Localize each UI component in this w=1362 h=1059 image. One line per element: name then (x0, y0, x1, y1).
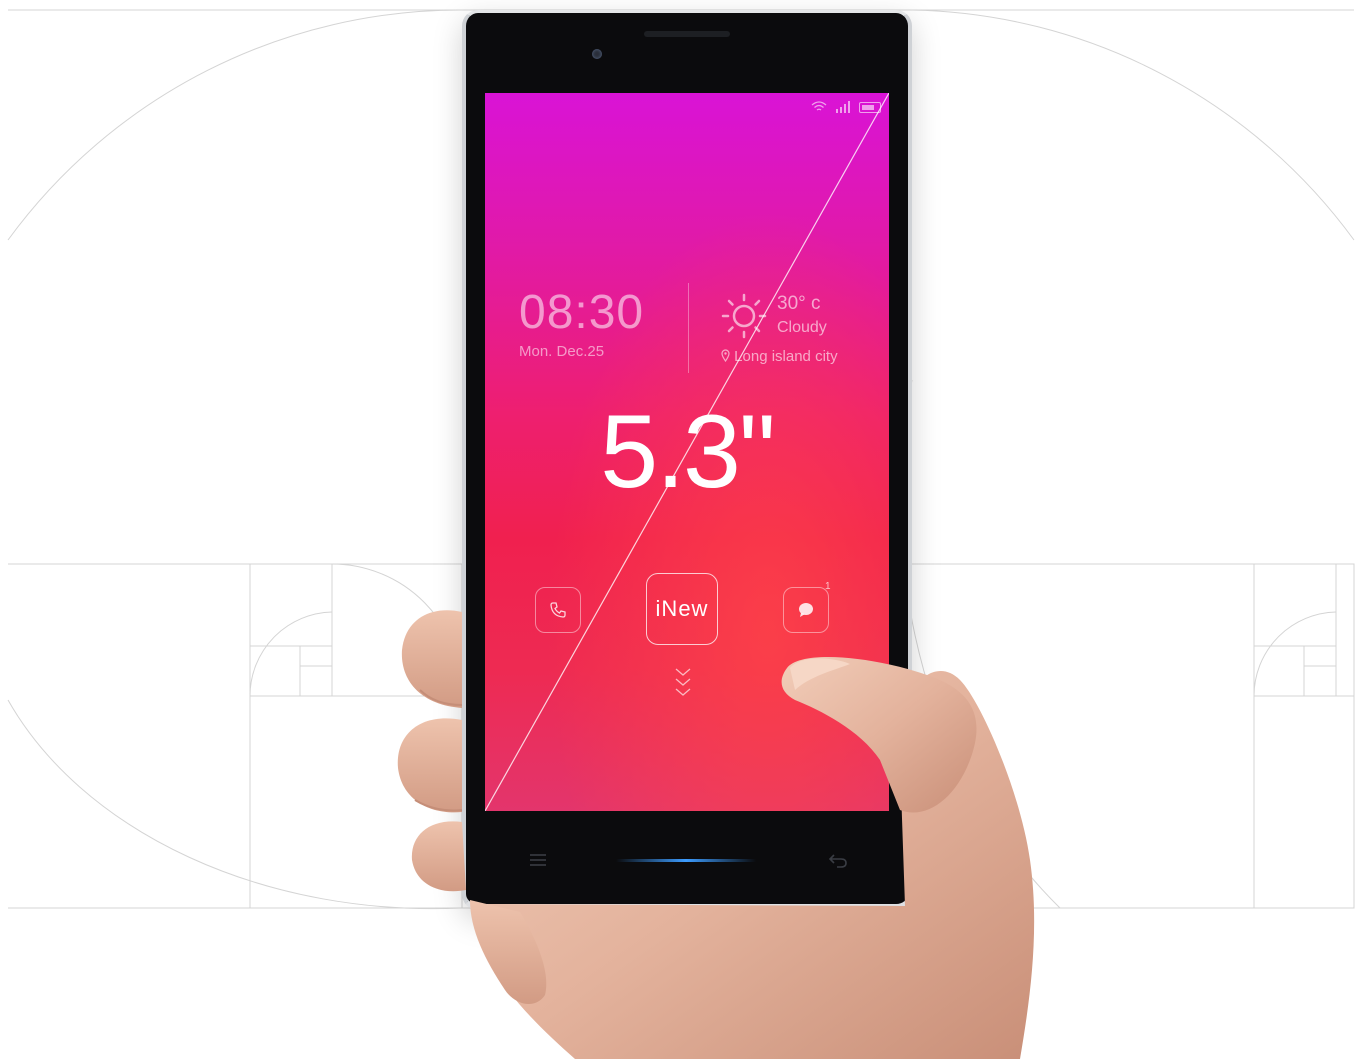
earpiece (644, 31, 730, 37)
smartphone: 08:30 Mon. Dec.25 30° c Cloudy Long isla… (462, 10, 912, 910)
inew-unlock-button[interactable]: iNew (646, 573, 718, 645)
navigation-bar (466, 811, 908, 901)
chevron-down-icon[interactable] (671, 665, 695, 705)
phone-button[interactable] (535, 587, 581, 633)
phone-icon (550, 602, 566, 618)
back-icon[interactable] (828, 851, 848, 869)
menu-icon[interactable] (528, 853, 548, 867)
message-button[interactable] (783, 587, 829, 633)
message-badge: 1 (825, 581, 831, 592)
lock-screen[interactable]: 08:30 Mon. Dec.25 30° c Cloudy Long isla… (485, 93, 889, 811)
message-icon (799, 603, 813, 617)
front-camera (592, 49, 602, 59)
home-button-glow[interactable] (616, 859, 756, 862)
